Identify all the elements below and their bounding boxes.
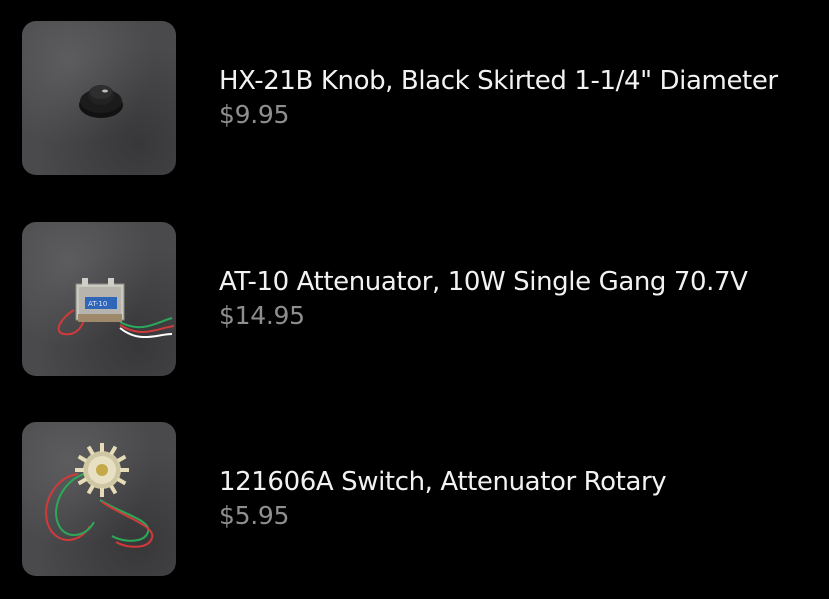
product-title[interactable]: 121606A Switch, Attenuator Rotary: [219, 466, 819, 498]
product-thumbnail[interactable]: AT-10: [22, 222, 176, 376]
product-title[interactable]: AT-10 Attenuator, 10W Single Gang 70.7V: [219, 266, 819, 298]
product-price: $5.95: [219, 501, 290, 530]
product-price: $14.95: [219, 301, 305, 330]
attenuator-icon: AT-10: [57, 278, 175, 338]
product-item-attenuator[interactable]: AT-10 AT-10 Attenuator, 10W Single Gang …: [22, 222, 822, 376]
product-info: AT-10 Attenuator, 10W Single Gang 70.7V …: [219, 266, 819, 332]
product-info: HX-21B Knob, Black Skirted 1-1/4" Diamet…: [219, 65, 819, 131]
product-item-rotary-switch[interactable]: 121606A Switch, Attenuator Rotary $5.95: [22, 422, 822, 576]
product-title[interactable]: HX-21B Knob, Black Skirted 1-1/4" Diamet…: [219, 65, 819, 97]
rotary-switch-icon: [45, 443, 154, 548]
knob-icon: [79, 85, 123, 118]
product-item-knob[interactable]: HX-21B Knob, Black Skirted 1-1/4" Diamet…: [22, 21, 822, 175]
product-thumbnail[interactable]: [22, 422, 176, 576]
product-info: 121606A Switch, Attenuator Rotary $5.95: [219, 466, 819, 532]
svg-text:AT-10: AT-10: [88, 300, 107, 308]
product-thumbnail[interactable]: [22, 21, 176, 175]
product-price: $9.95: [219, 100, 290, 129]
